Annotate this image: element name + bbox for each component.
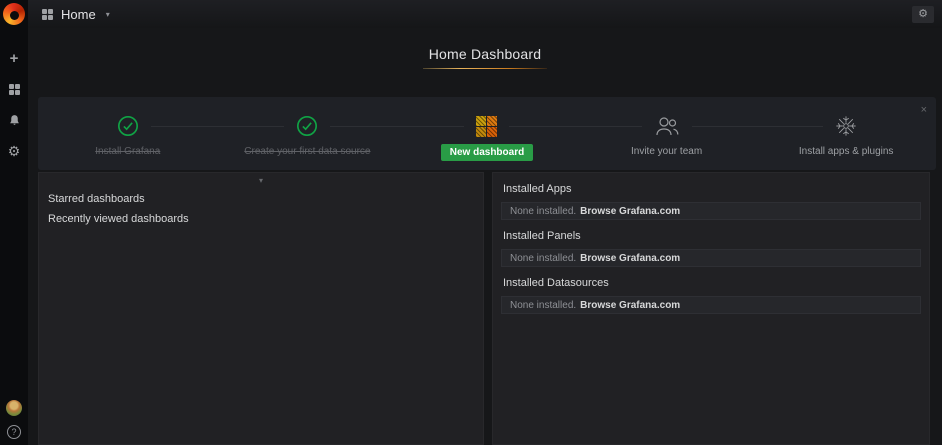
plugins-icon [823,114,869,138]
plugins-panel: Installed Apps None installed. Browse Gr… [492,172,930,445]
dashboards-panel: ▾ Starred dashboards Recently viewed das… [38,172,484,445]
new-dashboard-button[interactable]: New dashboard [441,144,533,161]
dashboard-settings-button[interactable]: ⚙ [912,6,934,23]
installed-datasources-heading: Installed Datasources [503,277,921,289]
installed-apps-row[interactable]: None installed. Browse Grafana.com [501,202,921,220]
browse-grafana-link[interactable]: Browse Grafana.com [580,253,680,264]
sidebar-item-dashboards[interactable] [4,80,24,98]
step-new-dashboard: New dashboard [397,114,577,170]
browse-grafana-link[interactable]: Browse Grafana.com [580,206,680,217]
home-breadcrumb[interactable]: Home ▾ [42,7,110,22]
help-button[interactable]: ? [7,425,21,439]
installed-datasources-row[interactable]: None installed. Browse Grafana.com [501,296,921,314]
step-label[interactable]: Install apps & plugins [799,146,894,157]
sidebar: + ⚙ ? [0,0,28,445]
title-underline [423,68,548,69]
browse-grafana-link[interactable]: Browse Grafana.com [580,300,680,311]
empty-text: None installed. [510,253,576,264]
gear-icon: ⚙ [8,144,21,158]
getting-started-panel: × Install Grafana Create your first data… [38,97,936,170]
step-install-plugins: Install apps & plugins [756,114,936,170]
getting-started-steps: Install Grafana Create your first data s… [38,97,936,170]
sidebar-item-create[interactable]: + [4,49,24,67]
gear-icon: ⚙ [918,9,928,20]
step-invite-team: Invite your team [577,114,757,170]
grafana-logo[interactable] [3,3,25,25]
plus-icon: + [10,51,19,66]
dashboard-squares-icon [464,114,509,138]
check-circle-icon [105,114,151,138]
panel-collapse-caret-icon[interactable]: ▾ [39,173,483,189]
title-row: Home Dashboard [28,44,942,69]
step-label[interactable]: Install Grafana [95,146,160,157]
sidebar-item-alerting[interactable] [4,111,24,129]
step-create-datasource: Create your first data source [218,114,398,170]
installed-panels-row[interactable]: None installed. Browse Grafana.com [501,249,921,267]
page-title: Home Dashboard [423,44,548,67]
sidebar-icon-group: + ⚙ [4,49,24,160]
home-breadcrumb-label: Home [61,7,96,22]
team-icon [642,114,692,138]
bell-icon [8,114,21,127]
step-label[interactable]: Create your first data source [244,146,370,157]
user-avatar[interactable] [6,400,22,416]
sidebar-item-configuration[interactable]: ⚙ [4,142,24,160]
installed-panels-heading: Installed Panels [503,230,921,242]
navbar: Home ▾ ⚙ [28,0,942,28]
step-label[interactable]: Invite your team [631,146,702,157]
empty-text: None installed. [510,300,576,311]
recent-dashboards-link[interactable]: Recently viewed dashboards [39,209,483,229]
question-icon: ? [11,427,16,437]
chevron-down-icon: ▾ [106,10,110,19]
dashboards-icon [9,84,20,95]
starred-dashboards-link[interactable]: Starred dashboards [39,189,483,209]
dashboard-icon [42,9,53,20]
check-circle-icon [284,114,330,138]
step-install-grafana: Install Grafana [38,114,218,170]
installed-apps-heading: Installed Apps [503,183,921,195]
empty-text: None installed. [510,206,576,217]
sidebar-bottom-group: ? [0,400,28,439]
